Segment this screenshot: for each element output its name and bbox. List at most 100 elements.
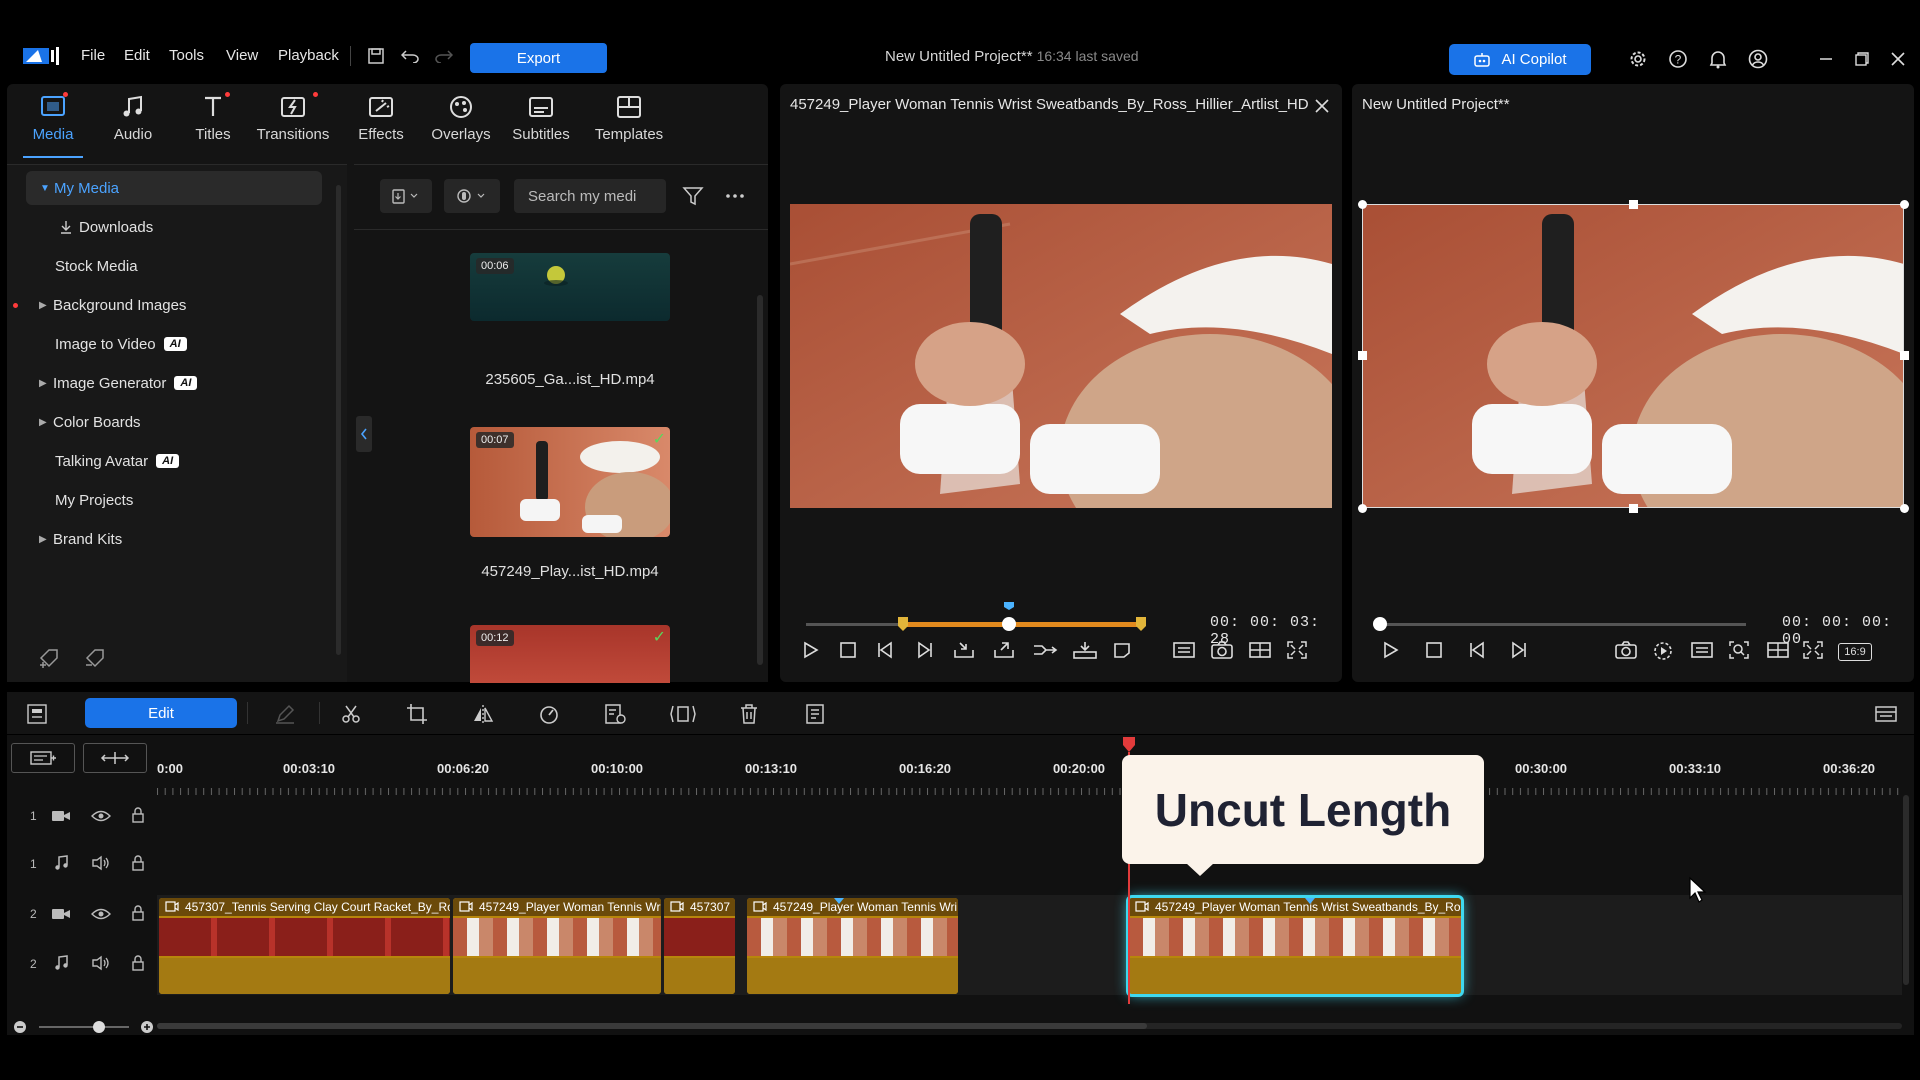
tree-item-my-projects[interactable]: My Projects — [7, 483, 307, 517]
menu-edit[interactable]: Edit — [124, 47, 150, 64]
mark-in-handle[interactable] — [897, 616, 909, 632]
media-scrollbar[interactable] — [757, 295, 763, 665]
add-tag-icon[interactable] — [37, 645, 63, 671]
export-button[interactable]: Export — [470, 43, 607, 73]
resize-handle[interactable] — [1358, 200, 1367, 209]
safe-zone-grid-icon[interactable] — [1766, 640, 1790, 660]
tree-item-background-images[interactable]: ▶ Background Images — [7, 288, 307, 322]
aspect-ratio-button[interactable]: 16:9 — [1838, 643, 1872, 661]
app-logo-icon[interactable] — [22, 46, 60, 66]
zoom-slider-track[interactable] — [39, 1026, 129, 1028]
menu-playback[interactable]: Playback — [278, 47, 339, 64]
clip-properties-icon[interactable] — [803, 702, 827, 726]
fit-timeline-button[interactable] — [83, 743, 147, 773]
timeline-layout-icon[interactable] — [25, 702, 49, 726]
timeline-clip-selected[interactable]: 457249_Player Woman Tennis Wrist Sweatba… — [1129, 898, 1461, 994]
tab-templates[interactable]: Templates — [589, 94, 669, 150]
tab-titles[interactable]: Titles — [173, 92, 253, 150]
play-icon[interactable] — [1380, 640, 1400, 660]
stop-icon[interactable] — [1424, 640, 1444, 660]
pen-tool-icon[interactable] — [273, 702, 297, 726]
tree-item-brand-kits[interactable]: ▶ Brand Kits — [7, 522, 307, 556]
stop-icon[interactable] — [838, 640, 858, 660]
project-playhead-knob[interactable] — [1373, 617, 1387, 631]
timeline-ruler[interactable] — [157, 735, 1902, 795]
previous-frame-icon[interactable] — [876, 640, 896, 660]
flip-icon[interactable] — [471, 702, 495, 726]
search-media-input[interactable] — [514, 179, 666, 213]
subtitle-toggle-icon[interactable] — [1172, 640, 1196, 660]
resize-handle[interactable] — [1900, 200, 1909, 209]
delete-trash-icon[interactable] — [737, 702, 761, 726]
lock-icon[interactable] — [131, 955, 145, 971]
snapshot-camera-icon[interactable] — [1210, 640, 1234, 660]
media-thumbnail[interactable]: 00:06 — [470, 253, 670, 321]
zoom-preview-icon[interactable] — [1728, 640, 1750, 660]
next-frame-icon[interactable] — [1508, 640, 1528, 660]
marker-icon[interactable] — [1112, 640, 1132, 660]
insert-clip-icon[interactable] — [1032, 640, 1058, 660]
record-dropdown[interactable] — [444, 179, 500, 213]
resize-handle[interactable] — [1900, 351, 1909, 360]
redo-icon[interactable] — [434, 46, 454, 66]
overwrite-clip-icon[interactable] — [1072, 640, 1098, 660]
tab-audio[interactable]: Audio — [93, 94, 173, 150]
timeline-clip[interactable]: 457249_Player Woman Tennis Wri — [453, 898, 661, 994]
resize-handle[interactable] — [1900, 504, 1909, 513]
tree-item-talking-avatar[interactable]: Talking Avatar AI — [7, 444, 307, 478]
resize-handle[interactable] — [1358, 504, 1367, 513]
fullscreen-icon[interactable] — [1802, 640, 1824, 660]
lock-icon[interactable] — [131, 807, 145, 823]
eye-visibility-icon[interactable] — [91, 907, 111, 921]
mark-out-handle[interactable] — [1135, 616, 1147, 632]
tree-scrollbar[interactable] — [336, 185, 341, 655]
menu-tools[interactable]: Tools — [169, 47, 204, 64]
timeline-horizontal-scrollbar[interactable] — [157, 1023, 1147, 1029]
mark-in-icon[interactable] — [952, 640, 976, 660]
resize-handle[interactable] — [1629, 504, 1638, 513]
source-video-frame[interactable] — [790, 204, 1332, 508]
settings-gear-icon[interactable] — [1627, 48, 1649, 70]
save-icon[interactable] — [366, 46, 386, 66]
project-scrub-track[interactable] — [1378, 623, 1746, 626]
help-icon[interactable]: ? — [1667, 48, 1689, 70]
previous-frame-icon[interactable] — [1468, 640, 1488, 660]
remove-tag-icon[interactable] — [83, 645, 109, 671]
track-manager-button[interactable] — [11, 743, 75, 773]
subtitle-toggle-icon[interactable] — [1690, 640, 1714, 660]
zoom-in-icon[interactable] — [140, 1020, 154, 1034]
menu-view[interactable]: View — [226, 47, 258, 64]
timeline-clip[interactable]: 457249_Player Woman Tennis Wri — [747, 898, 958, 994]
restore-icon[interactable] — [1853, 50, 1871, 68]
safe-zone-grid-icon[interactable] — [1248, 640, 1272, 660]
more-options-icon[interactable] — [722, 183, 748, 209]
filter-icon[interactable] — [680, 183, 706, 209]
snapshot-camera-icon[interactable] — [1614, 640, 1638, 660]
undo-icon[interactable] — [400, 46, 420, 66]
resize-handle[interactable] — [1629, 200, 1638, 209]
render-preview-icon[interactable] — [1652, 640, 1674, 662]
scissors-split-icon[interactable] — [339, 702, 363, 726]
zoom-slider-knob[interactable] — [93, 1021, 105, 1033]
notification-bell-icon[interactable] — [1707, 48, 1729, 70]
mark-out-icon[interactable] — [992, 640, 1016, 660]
eye-visibility-icon[interactable] — [91, 809, 111, 823]
collapse-panel-button[interactable] — [356, 416, 372, 452]
timeline-clip[interactable]: 457307_Tennis Serving Clay Court Racket_… — [159, 898, 450, 994]
tree-item-stock-media[interactable]: Stock Media — [7, 249, 307, 283]
source-playhead-knob[interactable] — [1002, 617, 1016, 631]
audio-ducking-icon[interactable] — [669, 702, 697, 726]
next-frame-icon[interactable] — [914, 640, 934, 660]
edit-tab[interactable]: Edit — [85, 698, 237, 728]
menu-file[interactable]: File — [81, 47, 105, 64]
fullscreen-icon[interactable] — [1286, 640, 1308, 660]
lock-icon[interactable] — [131, 855, 145, 871]
resize-handle[interactable] — [1358, 351, 1367, 360]
minimize-icon[interactable] — [1817, 50, 1835, 68]
speaker-volume-icon[interactable] — [91, 855, 111, 871]
tab-transitions[interactable]: Transitions — [253, 92, 333, 150]
account-avatar-icon[interactable] — [1747, 48, 1769, 70]
media-thumbnail[interactable]: 00:12 ✓ — [470, 625, 670, 683]
tree-item-my-media[interactable]: ▼ My Media — [26, 171, 322, 205]
tab-subtitles[interactable]: Subtitles — [501, 94, 581, 150]
